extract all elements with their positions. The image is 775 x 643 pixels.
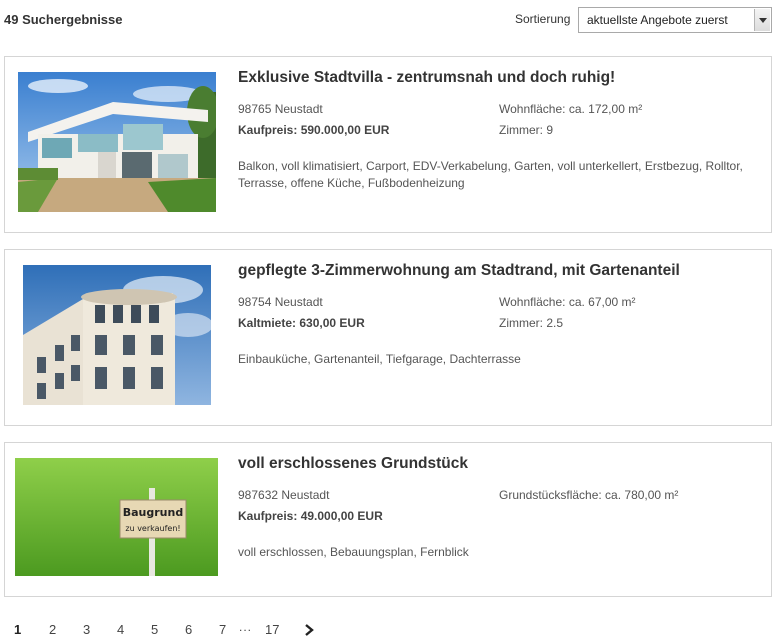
- sign-text-line1: Baugrund: [123, 506, 183, 519]
- listing-features: voll erschlossen, Bebauungsplan, Fernbli…: [238, 545, 469, 559]
- page-link-1[interactable]: 1: [14, 622, 21, 637]
- listing-price: Kaufpreis: 49.000,00 EUR: [238, 509, 383, 523]
- listing-area: Grundstücksfläche: ca. 780,00 m²: [499, 488, 679, 502]
- sign-text-line2: zu verkaufen!: [125, 524, 180, 533]
- listing-title[interactable]: voll erschlossenes Grundstück: [238, 455, 468, 473]
- page-link-4[interactable]: 4: [117, 622, 124, 637]
- page-link-2[interactable]: 2: [49, 622, 56, 637]
- listing-rooms: Zimmer: 2.5: [499, 316, 564, 330]
- listing-title[interactable]: Exklusive Stadtvilla - zentrumsnah und d…: [238, 69, 615, 87]
- grass-plot-photo: Baugrund zu verkaufen!: [15, 458, 218, 576]
- price-label: Kaufpreis:: [238, 509, 298, 523]
- pagination-ellipsis: ...: [239, 620, 253, 634]
- listing-image[interactable]: [23, 265, 211, 405]
- listing-card[interactable]: gepflegte 3-Zimmerwohnung am Stadtrand, …: [4, 249, 772, 426]
- listing-card[interactable]: Exklusive Stadtvilla - zentrumsnah und d…: [4, 56, 772, 233]
- listing-area: Wohnfläche: ca. 172,00 m²: [499, 102, 643, 116]
- price-value: 630,00 EUR: [299, 316, 365, 330]
- listing-card[interactable]: Baugrund zu verkaufen! voll erschlossene…: [4, 442, 772, 597]
- listing-features: Balkon, voll klimatisiert, Carport, EDV-…: [238, 159, 743, 190]
- listing-image[interactable]: Baugrund zu verkaufen!: [15, 458, 218, 576]
- pagination: 1 2 3 4 5 6 7 ... 17: [0, 618, 775, 640]
- page-link-6[interactable]: 6: [185, 622, 192, 637]
- results-header: 49 Suchergebnisse Sortierung aktuellste …: [0, 0, 775, 40]
- sort-selected-value: aktuellste Angebote zuerst: [587, 13, 728, 27]
- page-link-last[interactable]: 17: [265, 622, 279, 637]
- sort-select[interactable]: aktuellste Angebote zuerst: [578, 7, 772, 33]
- price-label: Kaltmiete:: [238, 316, 297, 330]
- price-label: Kaufpreis:: [238, 123, 298, 137]
- listing-rooms: Zimmer: 9: [499, 123, 553, 137]
- page-link-3[interactable]: 3: [83, 622, 90, 637]
- listing-title[interactable]: gepflegte 3-Zimmerwohnung am Stadtrand, …: [238, 262, 680, 280]
- villa-photo: [18, 72, 216, 212]
- listing-address: 98754 Neustadt: [238, 295, 323, 309]
- price-value: 49.000,00 EUR: [300, 509, 383, 523]
- result-count: 49 Suchergebnisse: [4, 12, 123, 27]
- price-value: 590.000,00 EUR: [300, 123, 390, 137]
- listing-price: Kaltmiete: 630,00 EUR: [238, 316, 365, 330]
- sort-label: Sortierung: [515, 12, 571, 26]
- listing-address: 987632 Neustadt: [238, 488, 330, 502]
- chevron-right-icon[interactable]: [302, 623, 316, 637]
- page-link-5[interactable]: 5: [151, 622, 158, 637]
- chevron-down-icon[interactable]: [754, 9, 770, 31]
- listing-address: 98765 Neustadt: [238, 102, 323, 116]
- listing-price: Kaufpreis: 590.000,00 EUR: [238, 123, 389, 137]
- apartment-building-photo: [23, 265, 211, 405]
- listing-image[interactable]: [18, 72, 216, 212]
- listing-area: Wohnfläche: ca. 67,00 m²: [499, 295, 636, 309]
- listing-features: Einbauküche, Gartenanteil, Tiefgarage, D…: [238, 352, 521, 366]
- page-link-7[interactable]: 7: [219, 622, 226, 637]
